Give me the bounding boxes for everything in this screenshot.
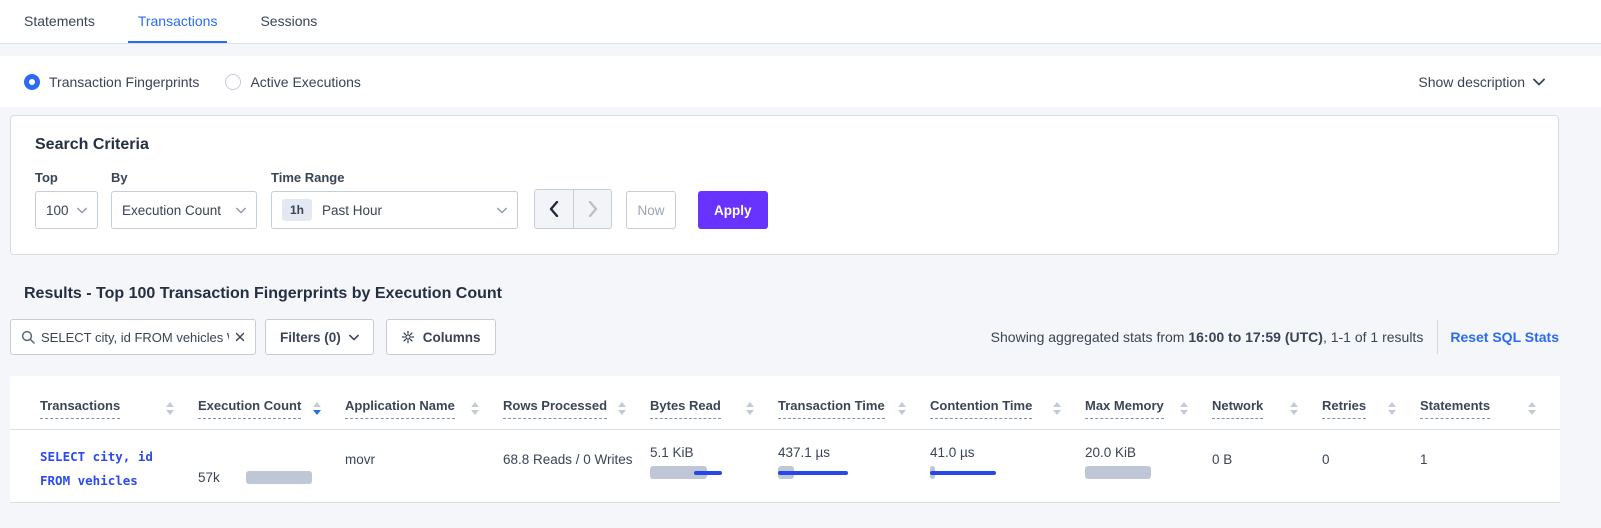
tab-statements[interactable]: Statements [14,0,105,43]
top-select-value: 100 [46,203,69,218]
search-criteria-card: Search Criteria Top 100 By Execution Cou… [10,115,1559,255]
now-button[interactable]: Now [626,191,676,229]
sort-icon[interactable] [1388,402,1396,415]
cell-rows-processed: 68.8 Reads / 0 Writes [503,430,650,502]
time-next-button[interactable] [573,190,611,228]
chevron-down-icon [236,207,246,214]
cell-execution-count: 57k [198,430,345,502]
search-icon [21,330,35,344]
radio-label: Transaction Fingerprints [49,74,199,90]
radio-label: Active Executions [250,74,361,90]
col-execution-count[interactable]: Execution Count [198,398,301,419]
col-application-name[interactable]: Application Name [345,398,455,419]
radio-transaction-fingerprints[interactable]: Transaction Fingerprints [24,74,199,90]
time-range-select[interactable]: 1h Past Hour [271,191,518,229]
search-criteria-title: Search Criteria [35,136,1534,154]
time-range-badge: 1h [282,199,312,221]
chevron-left-icon [549,201,559,217]
columns-label: Columns [423,330,481,345]
by-label: By [111,170,257,185]
cell-max-memory: 20.0 KiB [1085,430,1212,502]
col-statements[interactable]: Statements [1420,398,1490,419]
sort-icon[interactable] [1053,402,1061,415]
cell-transaction-time: 437.1 µs [778,430,930,502]
clear-search-icon[interactable] [235,332,245,342]
cell-retries: 0 [1322,430,1420,502]
sort-icon[interactable] [1528,402,1536,415]
col-transaction-time[interactable]: Transaction Time [778,398,885,419]
time-range-value: Past Hour [322,203,382,218]
chevron-down-icon [77,207,87,214]
divider [1437,320,1438,354]
transaction-time-bar [778,466,868,479]
radio-selected-icon [24,74,40,90]
chevron-down-icon [349,334,359,341]
col-network[interactable]: Network [1212,398,1263,419]
time-prev-button[interactable] [535,190,573,228]
search-box [10,319,256,355]
sort-icon[interactable] [618,402,626,415]
col-retries[interactable]: Retries [1322,398,1366,419]
max-memory-bar [1085,466,1175,479]
radio-unselected-icon [225,74,241,90]
time-nav-group [534,189,612,229]
apply-button[interactable]: Apply [698,191,768,229]
show-description-toggle[interactable]: Show description [1418,74,1545,90]
tab-transactions[interactable]: Transactions [128,0,228,43]
filters-label: Filters (0) [280,330,341,345]
cell-bytes-read: 5.1 KiB [650,430,778,502]
col-bytes-read[interactable]: Bytes Read [650,398,721,419]
results-heading: Results - Top 100 Transaction Fingerprin… [24,285,1601,303]
cell-statements: 1 [1420,430,1560,502]
table-header-row: Transactions Execution Count Application… [10,390,1560,430]
table-row: SELECT city, id FROM vehicles 57k movr 6… [10,430,1560,503]
contention-time-bar [930,466,1020,479]
col-contention-time[interactable]: Contention Time [930,398,1032,419]
stats-time-range: 16:00 to 17:59 (UTC) [1188,329,1323,345]
results-controls: Filters (0) Columns Showing aggregated s… [10,319,1559,355]
chevron-down-icon [1533,78,1545,86]
bytes-read-bar [650,466,740,479]
sort-icon[interactable] [166,402,174,415]
gear-icon [401,330,415,344]
view-selector-bar: Transaction Fingerprints Active Executio… [0,56,1601,107]
chevron-down-icon [497,207,507,214]
by-select-value: Execution Count [122,203,221,218]
sort-icon[interactable] [471,402,479,415]
columns-button[interactable]: Columns [386,319,496,355]
col-transactions[interactable]: Transactions [40,398,120,419]
radio-active-executions[interactable]: Active Executions [225,74,361,90]
tab-sessions[interactable]: Sessions [250,0,327,43]
chevron-right-icon [588,201,598,217]
cell-network: 0 B [1212,430,1322,502]
cell-application-name: movr [345,430,503,502]
filters-button[interactable]: Filters (0) [265,319,374,355]
search-criteria-controls: Top 100 By Execution Count Time Range 1h… [35,170,1534,229]
execution-count-bar [246,471,312,484]
sort-desc-icon[interactable] [313,402,321,415]
transactions-table: Transactions Execution Count Application… [10,376,1560,503]
col-max-memory[interactable]: Max Memory [1085,398,1164,419]
sort-icon[interactable] [1290,402,1298,415]
view-radio-group: Transaction Fingerprints Active Executio… [24,74,361,90]
sort-icon[interactable] [746,402,754,415]
time-range-label: Time Range [271,170,518,185]
aggregated-stats-text: Showing aggregated stats from 16:00 to 1… [991,329,1424,345]
top-label: Top [35,170,98,185]
page-tabbar: Statements Transactions Sessions [0,0,1601,44]
col-rows-processed[interactable]: Rows Processed [503,398,607,419]
sort-icon[interactable] [898,402,906,415]
top-select[interactable]: 100 [35,191,98,229]
sort-icon[interactable] [1180,402,1188,415]
search-input[interactable] [41,330,229,345]
cell-contention-time: 41.0 µs [930,430,1085,502]
by-select[interactable]: Execution Count [111,191,257,229]
show-description-label: Show description [1418,74,1525,90]
transaction-fingerprint-link[interactable]: SELECT city, id FROM vehicles [40,445,198,493]
reset-sql-stats-link[interactable]: Reset SQL Stats [1450,329,1559,345]
